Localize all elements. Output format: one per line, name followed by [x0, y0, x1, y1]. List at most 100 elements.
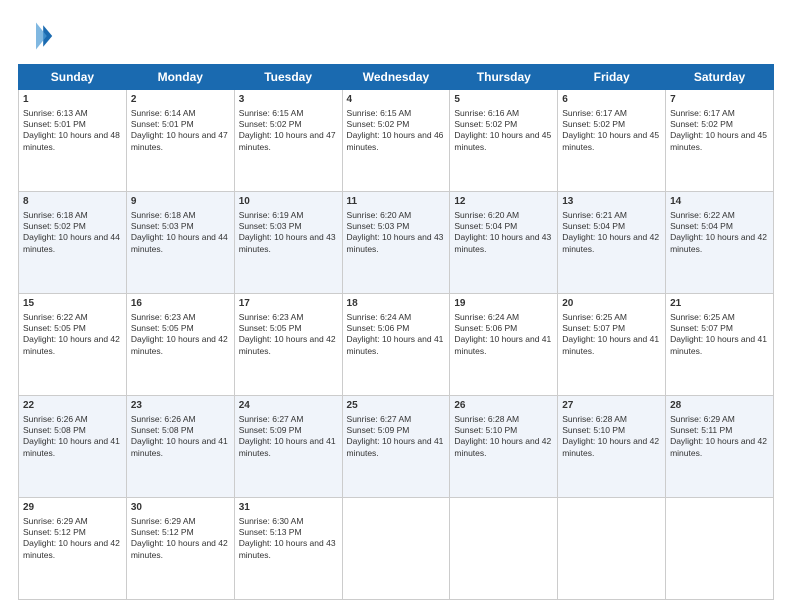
sunset: Sunset: 5:12 PM — [23, 527, 86, 537]
sunrise: Sunrise: 6:28 AM — [454, 414, 519, 424]
calendar-cell: 19Sunrise: 6:24 AMSunset: 5:06 PMDayligh… — [450, 294, 558, 396]
calendar-cell: 4Sunrise: 6:15 AMSunset: 5:02 PMDaylight… — [342, 90, 450, 192]
sunrise: Sunrise: 6:26 AM — [131, 414, 196, 424]
sunset: Sunset: 5:02 PM — [670, 119, 733, 129]
daylight: Daylight: 10 hours and 43 minutes. — [454, 232, 551, 253]
daylight: Daylight: 10 hours and 41 minutes. — [670, 334, 767, 355]
sunset: Sunset: 5:02 PM — [454, 119, 517, 129]
daylight: Daylight: 10 hours and 43 minutes. — [239, 538, 336, 559]
calendar-cell: 24Sunrise: 6:27 AMSunset: 5:09 PMDayligh… — [234, 396, 342, 498]
sunset: Sunset: 5:01 PM — [23, 119, 86, 129]
daylight: Daylight: 10 hours and 42 minutes. — [239, 334, 336, 355]
daylight: Daylight: 10 hours and 41 minutes. — [562, 334, 659, 355]
calendar-cell: 21Sunrise: 6:25 AMSunset: 5:07 PMDayligh… — [666, 294, 774, 396]
daylight: Daylight: 10 hours and 45 minutes. — [670, 130, 767, 151]
day-number: 25 — [347, 399, 446, 413]
calendar-week-4: 29Sunrise: 6:29 AMSunset: 5:12 PMDayligh… — [19, 498, 774, 600]
calendar-cell: 1Sunrise: 6:13 AMSunset: 5:01 PMDaylight… — [19, 90, 127, 192]
day-number: 30 — [131, 501, 230, 515]
calendar-cell — [342, 498, 450, 600]
day-number: 2 — [131, 93, 230, 107]
sunset: Sunset: 5:07 PM — [670, 323, 733, 333]
sunset: Sunset: 5:01 PM — [131, 119, 194, 129]
day-number: 27 — [562, 399, 661, 413]
day-number: 11 — [347, 195, 446, 209]
daylight: Daylight: 10 hours and 41 minutes. — [23, 436, 120, 457]
top-section — [18, 18, 774, 54]
day-number: 15 — [23, 297, 122, 311]
day-header-tuesday: Tuesday — [234, 65, 342, 90]
calendar-cell: 20Sunrise: 6:25 AMSunset: 5:07 PMDayligh… — [558, 294, 666, 396]
sunrise: Sunrise: 6:25 AM — [562, 312, 627, 322]
day-number: 12 — [454, 195, 553, 209]
calendar-cell: 9Sunrise: 6:18 AMSunset: 5:03 PMDaylight… — [126, 192, 234, 294]
calendar-cell: 23Sunrise: 6:26 AMSunset: 5:08 PMDayligh… — [126, 396, 234, 498]
calendar-cell: 14Sunrise: 6:22 AMSunset: 5:04 PMDayligh… — [666, 192, 774, 294]
sunset: Sunset: 5:05 PM — [131, 323, 194, 333]
calendar-cell: 15Sunrise: 6:22 AMSunset: 5:05 PMDayligh… — [19, 294, 127, 396]
sunset: Sunset: 5:05 PM — [23, 323, 86, 333]
sunrise: Sunrise: 6:22 AM — [670, 210, 735, 220]
sunset: Sunset: 5:02 PM — [347, 119, 410, 129]
sunset: Sunset: 5:04 PM — [562, 221, 625, 231]
day-number: 19 — [454, 297, 553, 311]
day-header-wednesday: Wednesday — [342, 65, 450, 90]
day-header-sunday: Sunday — [19, 65, 127, 90]
sunset: Sunset: 5:04 PM — [454, 221, 517, 231]
day-header-monday: Monday — [126, 65, 234, 90]
daylight: Daylight: 10 hours and 41 minutes. — [131, 436, 228, 457]
calendar-table: SundayMondayTuesdayWednesdayThursdayFrid… — [18, 64, 774, 600]
daylight: Daylight: 10 hours and 41 minutes. — [454, 334, 551, 355]
daylight: Daylight: 10 hours and 41 minutes. — [239, 436, 336, 457]
calendar-cell: 2Sunrise: 6:14 AMSunset: 5:01 PMDaylight… — [126, 90, 234, 192]
day-number: 5 — [454, 93, 553, 107]
sunrise: Sunrise: 6:20 AM — [347, 210, 412, 220]
sunrise: Sunrise: 6:15 AM — [347, 108, 412, 118]
daylight: Daylight: 10 hours and 42 minutes. — [562, 232, 659, 253]
sunset: Sunset: 5:09 PM — [347, 425, 410, 435]
daylight: Daylight: 10 hours and 42 minutes. — [670, 436, 767, 457]
calendar-cell: 16Sunrise: 6:23 AMSunset: 5:05 PMDayligh… — [126, 294, 234, 396]
sunrise: Sunrise: 6:29 AM — [131, 516, 196, 526]
day-number: 8 — [23, 195, 122, 209]
sunrise: Sunrise: 6:19 AM — [239, 210, 304, 220]
header-row: SundayMondayTuesdayWednesdayThursdayFrid… — [19, 65, 774, 90]
calendar-cell: 10Sunrise: 6:19 AMSunset: 5:03 PMDayligh… — [234, 192, 342, 294]
day-number: 28 — [670, 399, 769, 413]
page: SundayMondayTuesdayWednesdayThursdayFrid… — [0, 0, 792, 612]
sunrise: Sunrise: 6:26 AM — [23, 414, 88, 424]
day-number: 31 — [239, 501, 338, 515]
calendar-cell — [450, 498, 558, 600]
sunrise: Sunrise: 6:16 AM — [454, 108, 519, 118]
sunrise: Sunrise: 6:23 AM — [131, 312, 196, 322]
sunset: Sunset: 5:03 PM — [239, 221, 302, 231]
sunset: Sunset: 5:02 PM — [23, 221, 86, 231]
day-number: 1 — [23, 93, 122, 107]
day-number: 3 — [239, 93, 338, 107]
daylight: Daylight: 10 hours and 42 minutes. — [23, 334, 120, 355]
sunrise: Sunrise: 6:13 AM — [23, 108, 88, 118]
calendar-cell: 26Sunrise: 6:28 AMSunset: 5:10 PMDayligh… — [450, 396, 558, 498]
daylight: Daylight: 10 hours and 42 minutes. — [131, 334, 228, 355]
day-number: 17 — [239, 297, 338, 311]
calendar-cell: 7Sunrise: 6:17 AMSunset: 5:02 PMDaylight… — [666, 90, 774, 192]
logo — [18, 18, 58, 54]
sunset: Sunset: 5:08 PM — [131, 425, 194, 435]
day-number: 23 — [131, 399, 230, 413]
calendar-cell: 3Sunrise: 6:15 AMSunset: 5:02 PMDaylight… — [234, 90, 342, 192]
calendar-week-1: 8Sunrise: 6:18 AMSunset: 5:02 PM Daylight… — [19, 192, 774, 294]
sunrise: Sunrise: 6:18 AM — [23, 210, 88, 220]
daylight: Daylight: 10 hours and 41 minutes. — [347, 436, 444, 457]
daylight: Daylight: 10 hours and 45 minutes. — [454, 130, 551, 151]
sunset: Sunset: 5:08 PM — [23, 425, 86, 435]
daylight: Daylight: 10 hours and 42 minutes. — [131, 538, 228, 559]
sunset: Sunset: 5:03 PM — [347, 221, 410, 231]
sunset: Sunset: 5:12 PM — [131, 527, 194, 537]
calendar-cell: 6Sunrise: 6:17 AMSunset: 5:02 PMDaylight… — [558, 90, 666, 192]
calendar-week-2: 15Sunrise: 6:22 AMSunset: 5:05 PMDayligh… — [19, 294, 774, 396]
daylight: Daylight: 10 hours and 42 minutes. — [23, 538, 120, 559]
sunrise: Sunrise: 6:15 AM — [239, 108, 304, 118]
day-number: 7 — [670, 93, 769, 107]
calendar-cell: 17Sunrise: 6:23 AMSunset: 5:05 PMDayligh… — [234, 294, 342, 396]
calendar-cell: 29Sunrise: 6:29 AMSunset: 5:12 PMDayligh… — [19, 498, 127, 600]
